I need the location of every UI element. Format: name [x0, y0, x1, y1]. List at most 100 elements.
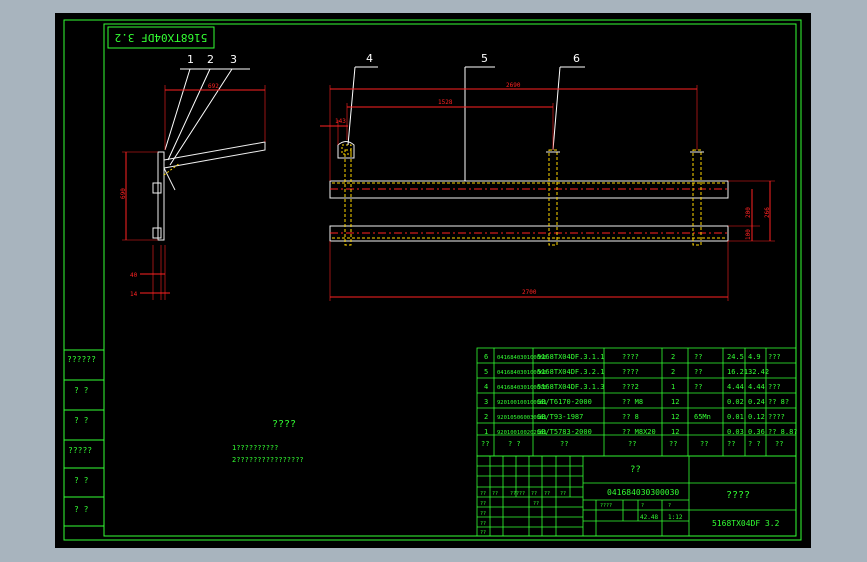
bom-cell-no: 3	[484, 398, 488, 406]
bom-cell-name: GB/T93-1987	[537, 413, 583, 421]
bom-cell-unit: 0.02	[727, 398, 744, 406]
tech-req-line-1: 1??????????	[232, 444, 278, 452]
bom-cell-name: 5168TX04DF.3.1.1	[537, 353, 604, 361]
tech-req-line-2: 2????????????????	[232, 456, 304, 464]
bom-cell-mat: ??	[694, 368, 702, 376]
dim-143-text: 143	[335, 118, 346, 125]
cad-drawing-viewport: 5168TX04DF 3.2 ?????? ? ? ? ? ????? ? ? …	[55, 13, 811, 548]
tb-r3-0: ??	[480, 511, 486, 517]
bom-cell-desc: ????	[622, 368, 639, 376]
bom-header-total: ? ?	[748, 440, 761, 448]
tb-r2-0: ??	[480, 501, 486, 507]
tb-r1-3: ??	[531, 491, 537, 497]
bom-cell-desc: ?? M8	[622, 398, 643, 406]
bom-cell-qty: 12	[671, 428, 679, 436]
title-part-name: ??	[630, 465, 641, 475]
tb-r1-4: ??	[544, 491, 550, 497]
tb-r2-4: ????	[600, 503, 612, 509]
tb-r4-0: ??	[480, 521, 486, 527]
bom-cell-note: ???	[768, 353, 781, 361]
title-weight: 42.48	[640, 514, 658, 521]
dim-right-200-text: 200	[745, 207, 752, 218]
tb-r1-5: ??	[560, 491, 566, 497]
dim-right-100-text: 100	[745, 229, 752, 240]
bom-cell-desc: ?? M8X20	[622, 428, 656, 436]
bom-header-name: ??	[560, 440, 568, 448]
side-label-1: ??????	[67, 355, 96, 364]
balloon-5: 5	[481, 52, 488, 65]
bom-cell-note: ???	[768, 383, 781, 391]
bom-cell-total: 0.24	[748, 398, 765, 406]
bom-cell-name: GB/T5783-2000	[537, 428, 592, 436]
bom-header-desc: ??	[628, 440, 636, 448]
drawing-sheet	[55, 13, 811, 548]
side-label-4: ?????	[68, 446, 92, 455]
bom-cell-name: 5168TX04DF.3.1.3	[537, 383, 604, 391]
bom-cell-unit: 16.21	[727, 368, 748, 376]
title-drawing-no: 041684030300030	[607, 488, 679, 497]
side-label-2: ? ?	[74, 386, 89, 395]
bom-cell-qty: 12	[671, 413, 679, 421]
bom-cell-unit: 0.01	[727, 413, 744, 421]
bom-cell-desc: ?? 8	[622, 413, 639, 421]
bom-cell-total: 32.42	[748, 368, 769, 376]
dim-2690-text: 2690	[506, 82, 521, 89]
bom-cell-name: GB/T6170-2000	[537, 398, 592, 406]
side-label-6: ? ?	[74, 505, 89, 514]
bom-cell-total: 0.12	[748, 413, 765, 421]
tb-r1-0: ??	[480, 491, 486, 497]
bom-header-qty: ??	[669, 440, 677, 448]
dim-right-266-text: 266	[764, 207, 771, 218]
bom-cell-no: 2	[484, 413, 488, 421]
bom-cell-name: 5168TX04DF.3.2.1	[537, 368, 604, 376]
bom-cell-mat: ??	[694, 383, 702, 391]
bom-header-note: ??	[775, 440, 783, 448]
bom-cell-qty: 12	[671, 398, 679, 406]
side-label-3: ? ?	[74, 416, 89, 425]
bom-cell-qty: 1	[671, 383, 675, 391]
title-scale: 1:12	[668, 514, 683, 521]
tb-r1-2: ?????	[510, 491, 525, 497]
bom-header-unit: ??	[727, 440, 735, 448]
bom-cell-total: 4.9	[748, 353, 761, 361]
bom-cell-qty: 2	[671, 353, 675, 361]
tb-r2-6: ?	[668, 503, 671, 509]
balloon-1: 1	[187, 53, 194, 66]
dim-side-height-text: 690	[120, 188, 127, 199]
bom-cell-desc: ????	[622, 353, 639, 361]
balloon-4: 4	[366, 52, 373, 65]
bom-cell-desc: ???2	[622, 383, 639, 391]
bom-cell-mat: 65Mn	[694, 413, 711, 421]
bom-cell-unit: 4.44	[727, 383, 744, 391]
title-drawing-code: 5168TX04DF 3.2	[712, 519, 780, 528]
dim-side-bottom-1-text: 40	[130, 272, 138, 279]
side-label-5: ? ?	[74, 476, 89, 485]
bom-header-mat: ??	[700, 440, 708, 448]
bom-header-no: ??	[481, 440, 489, 448]
bom-cell-total: 4.44	[748, 383, 765, 391]
bom-cell-unit: 0.03	[727, 428, 744, 436]
dim-side-top-text: 692	[208, 83, 219, 90]
tb-r2-2: ??	[533, 501, 539, 507]
balloon-2: 2	[207, 53, 214, 66]
bom-cell-unit: 24.5	[727, 353, 744, 361]
dim-1528-text: 1528	[438, 99, 453, 106]
bom-cell-qty: 2	[671, 368, 675, 376]
bom-cell-no: 6	[484, 353, 488, 361]
bom-cell-no: 1	[484, 428, 488, 436]
bom-header-code: ? ?	[508, 440, 521, 448]
bom-cell-note: ?? 8?	[768, 398, 789, 406]
bom-cell-mat: ??	[694, 353, 702, 361]
drawing-code-text: 5168TX04DF 3.2	[115, 31, 208, 44]
balloon-3: 3	[230, 53, 237, 66]
balloon-6: 6	[573, 52, 580, 65]
tb-r1-1: ??	[492, 491, 498, 497]
dim-side-bottom-2-text: 14	[130, 291, 138, 298]
bom-cell-note: ?? 8.8?	[768, 428, 798, 436]
dim-2700-text: 2700	[522, 289, 537, 296]
tb-r5-0: ??	[480, 530, 486, 536]
tb-r2-5: ?	[641, 503, 644, 509]
bom-cell-no: 4	[484, 383, 488, 391]
tech-req-title: ????	[272, 419, 296, 430]
bom-cell-no: 5	[484, 368, 488, 376]
